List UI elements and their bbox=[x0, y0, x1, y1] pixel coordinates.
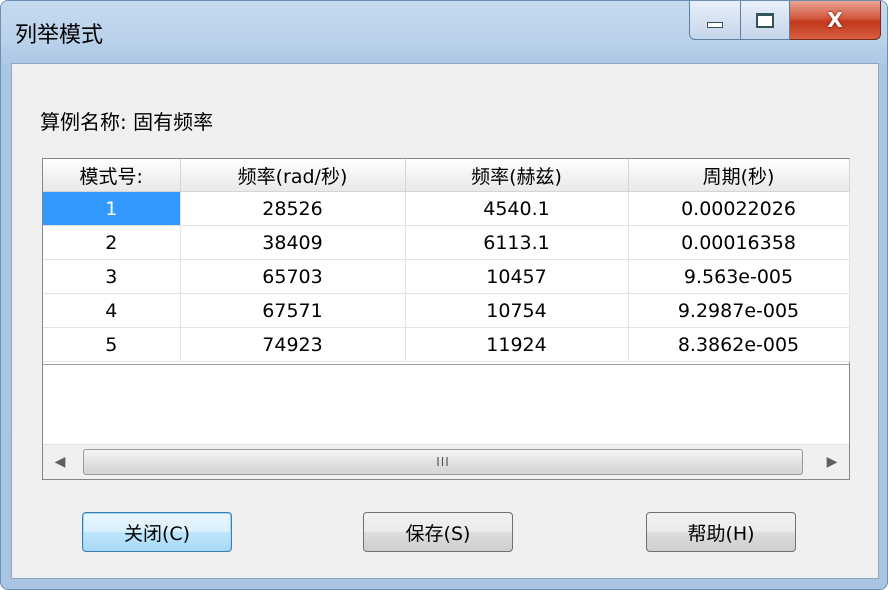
table-cell: 74923 bbox=[180, 327, 406, 362]
column-header-mode[interactable]: 模式号: bbox=[43, 159, 181, 192]
help-button[interactable]: 帮助(H) bbox=[646, 512, 796, 552]
table-cell: 9.2987e-005 bbox=[628, 293, 850, 328]
close-button[interactable]: 关闭(C) bbox=[82, 512, 232, 552]
maximize-button[interactable] bbox=[741, 1, 790, 40]
mode-list-view[interactable]: 模式号: 频率(rad/秒) 频率(赫兹) 周期(秒) 1 28526 4540… bbox=[42, 158, 850, 480]
table-cell: 1 bbox=[43, 191, 181, 226]
caption-buttons: X bbox=[689, 1, 881, 41]
table-row[interactable]: 2 38409 6113.1 0.00016358 bbox=[43, 225, 850, 260]
table-cell: 4 bbox=[43, 293, 181, 328]
table-cell: 67571 bbox=[180, 293, 406, 328]
table-cell: 10754 bbox=[405, 293, 629, 328]
chevron-right-icon: ▶ bbox=[826, 454, 838, 470]
minimize-icon bbox=[707, 22, 723, 28]
table-cell: 10457 bbox=[405, 259, 629, 294]
mode-table: 模式号: 频率(rad/秒) 频率(赫兹) 周期(秒) 1 28526 4540… bbox=[43, 159, 850, 362]
table-cell: 3 bbox=[43, 259, 181, 294]
table-cell: 8.3862e-005 bbox=[628, 327, 850, 362]
horizontal-scrollbar[interactable]: ◀ III ▶ bbox=[43, 444, 849, 479]
table-cell: 11924 bbox=[405, 327, 629, 362]
close-icon: X bbox=[827, 8, 843, 32]
table-cell: 0.00022026 bbox=[628, 191, 850, 226]
save-button[interactable]: 保存(S) bbox=[363, 512, 513, 552]
grip-icon: III bbox=[436, 455, 450, 469]
table-cell: 4540.1 bbox=[405, 191, 629, 226]
table-cell: 38409 bbox=[180, 225, 406, 260]
scroll-right-button[interactable]: ▶ bbox=[815, 445, 849, 479]
table-cell: 0.00016358 bbox=[628, 225, 850, 260]
close-window-button[interactable]: X bbox=[790, 1, 881, 40]
example-name-label: 算例名称: 固有频率 bbox=[40, 110, 214, 134]
column-header-frequency-rad[interactable]: 频率(rad/秒) bbox=[180, 159, 406, 192]
table-row[interactable]: 4 67571 10754 9.2987e-005 bbox=[43, 293, 850, 328]
column-header-period[interactable]: 周期(秒) bbox=[628, 159, 850, 192]
chevron-left-icon: ◀ bbox=[54, 454, 66, 470]
table-header-row: 模式号: 频率(rad/秒) 频率(赫兹) 周期(秒) bbox=[43, 159, 850, 192]
table-cell: 5 bbox=[43, 327, 181, 362]
table-cell: 9.563e-005 bbox=[628, 259, 850, 294]
table-cell: 65703 bbox=[180, 259, 406, 294]
table-cell: 28526 bbox=[180, 191, 406, 226]
window-title: 列举模式 bbox=[15, 23, 104, 48]
minimize-button[interactable] bbox=[689, 1, 741, 40]
dialog-client-area: 算例名称: 固有频率 模式号: 频率(rad/秒) 频率(赫兹) 周期(秒) 1… bbox=[11, 63, 879, 579]
list-divider bbox=[43, 364, 849, 365]
table-row[interactable]: 1 28526 4540.1 0.00022026 bbox=[43, 191, 850, 226]
dialog-window: 列举模式 X 算例名称: 固有频率 模式号: 频率(rad/秒) 频率(赫兹) … bbox=[0, 0, 888, 590]
table-row[interactable]: 3 65703 10457 9.563e-005 bbox=[43, 259, 850, 294]
table-cell: 2 bbox=[43, 225, 181, 260]
scrollbar-thumb[interactable]: III bbox=[83, 449, 803, 475]
table-cell: 6113.1 bbox=[405, 225, 629, 260]
column-header-frequency-hz[interactable]: 频率(赫兹) bbox=[405, 159, 629, 192]
table-row[interactable]: 5 74923 11924 8.3862e-005 bbox=[43, 327, 850, 362]
scroll-left-button[interactable]: ◀ bbox=[43, 445, 77, 479]
maximize-icon bbox=[756, 12, 774, 28]
